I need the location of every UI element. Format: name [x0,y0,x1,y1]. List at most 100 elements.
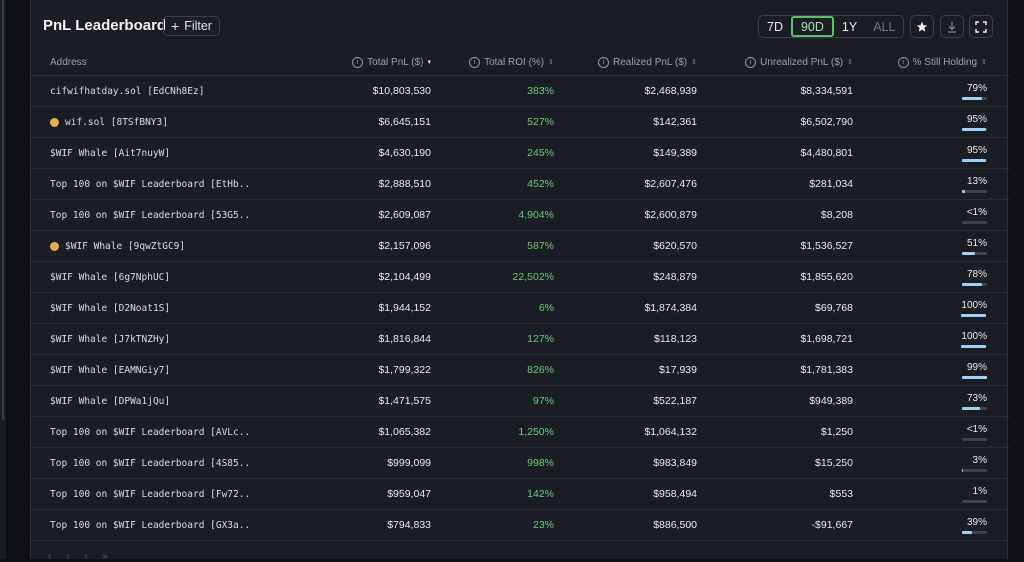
info-icon[interactable]: i [352,56,364,68]
total-roi-cell: 527% [431,106,554,138]
address-cell[interactable]: $WIF Whale [Ait7nuyW] [31,137,251,169]
address-cell[interactable]: Top 100 on $WIF Leaderboard [4S85... [31,447,251,479]
total-pnl-cell: $1,065,382 [251,416,431,448]
total-pnl-cell: $6,645,151 [251,106,431,138]
total-roi-cell: 22,502% [431,261,554,293]
range-7d-button[interactable]: 7D [759,16,791,37]
table-row[interactable]: $WIF Whale [D2Noat1S] $1,944,152 6% $1,874,… [31,292,1009,324]
range-1y-button[interactable]: 1Y [834,16,865,37]
address-cell[interactable]: Top 100 on $WIF Leaderboard [EtHb... [31,168,251,200]
table-row[interactable]: cifwifhatday.sol [EdCNh8Ez] $10,803,530 38… [31,75,1009,107]
holding-bar-fill [962,376,987,379]
holding-indicator: 78% [962,269,987,286]
holding-bar-fill [962,531,972,534]
download-button[interactable] [940,15,964,38]
col-total-roi[interactable]: i Total ROI (%) ⇕ [431,50,554,76]
address-cell[interactable]: cifwifhatday.sol [EdCNh8Ez] [31,75,251,107]
table-row[interactable]: $WIF Whale [DPWa1jQu] $1,471,575 97% $522,1… [31,385,1009,417]
still-holding-cell: 39% [853,509,987,541]
address-cell[interactable]: Top 100 on $WIF Leaderboard [53G5... [31,199,251,231]
total-pnl-cell: $10,803,530 [251,75,431,107]
total-pnl-cell: $959,047 [251,478,431,510]
total-pnl-cell: $2,104,499 [251,261,431,293]
col-realized-pnl[interactable]: i Realized PnL ($) ⇕ [554,50,697,76]
holding-bar-fill [961,345,987,348]
col-still-holding[interactable]: i% Still Holding ⇕ [853,50,987,76]
table-row[interactable]: Top 100 on $WIF Leaderboard [EtHb... $2,8… [31,168,1009,200]
range-all-button[interactable]: ALL [865,16,903,37]
table-row[interactable]: $WIF Whale [EAMNGiy7] $1,799,322 826% $17,9… [31,354,1009,386]
info-icon[interactable]: i [897,56,909,68]
left-scrollbar[interactable] [2,0,4,420]
still-holding-cell: 13% [853,168,987,200]
info-icon[interactable]: i [598,56,609,68]
realized-pnl-cell: $983,849 [554,447,697,479]
total-pnl-cell: $1,799,322 [251,354,431,386]
realized-pnl-cell: $2,600,879 [554,199,697,231]
address-text: Top 100 on $WIF Leaderboard [4S85... [50,457,251,469]
col-unrealized-pnl[interactable]: i Unrealized PnL ($) ⇕ [697,50,853,76]
range-90d-button[interactable]: 90D [790,16,834,37]
table-row[interactable]: $WIF Whale [6g7NphUC] $2,104,499 22,502% $2… [31,261,1009,293]
total-pnl-cell: $794,833 [251,509,431,541]
table-row[interactable]: Top 100 on $WIF Leaderboard [Fw72... $959… [31,478,1009,510]
holding-bar-fill [962,159,986,162]
holding-bar-track [962,97,987,100]
still-holding-cell: 51% [853,230,987,262]
address-cell[interactable]: $WIF Whale [9qwZtGC9] [31,230,251,262]
expand-button[interactable] [969,15,993,38]
address-cell[interactable]: $WIF Whale [EAMNGiy7] [31,354,251,386]
address-cell[interactable]: wif.sol [8TSfBNY3] [31,106,251,138]
expand-icon [975,20,987,33]
info-icon[interactable]: i [745,56,757,68]
left-scroll-edge [0,0,6,559]
realized-pnl-cell: $958,494 [554,478,697,510]
still-holding-cell: 3% [853,447,987,479]
holding-bar-track [962,376,987,379]
holding-percent: 100% [961,300,987,311]
address-cell[interactable]: $WIF Whale [DPWa1jQu] [31,385,251,417]
total-pnl-cell: $4,630,190 [251,137,431,169]
table-row[interactable]: wif.sol [8TSfBNY3] $6,645,151 527% $142,361… [31,106,1009,138]
pagination[interactable]: ‹ ‹ › » [48,551,114,562]
still-holding-cell: 95% [853,137,987,169]
row-spacer [987,137,1009,169]
holding-bar-track [962,283,987,286]
info-icon[interactable]: i [469,56,481,68]
address-text: $WIF Whale [EAMNGiy7] [50,364,171,376]
unrealized-pnl-cell: $69,768 [697,292,853,324]
row-spacer [987,75,1009,107]
still-holding-cell: 99% [853,354,987,386]
table-row[interactable]: Top 100 on $WIF Leaderboard [GX3a... $794… [31,509,1009,541]
table-row[interactable]: $WIF Whale [J7kTNZHy] $1,816,844 127% $118,… [31,323,1009,355]
table-row[interactable]: Top 100 on $WIF Leaderboard [53G5... $2,6… [31,199,1009,231]
address-cell[interactable]: Top 100 on $WIF Leaderboard [GX3a... [31,509,251,541]
address-cell[interactable]: $WIF Whale [D2Noat1S] [31,292,251,324]
table-row[interactable]: Top 100 on $WIF Leaderboard [AVLc... $1,0… [31,416,1009,448]
sort-icon: ⇕ [548,58,554,66]
star-button[interactable] [910,15,934,38]
table-row[interactable]: Top 100 on $WIF Leaderboard [4S85... $999… [31,447,1009,479]
total-roi-cell: 998% [431,447,554,479]
total-pnl-cell: $1,471,575 [251,385,431,417]
table-row[interactable]: $WIF Whale [9qwZtGC9] $2,157,096 587% $620,… [31,230,1009,262]
realized-pnl-cell: $248,879 [554,261,697,293]
table-header-row: Address i Total PnL ($) ▾ i Total ROI (%) ⇕ … [31,50,1009,76]
realized-pnl-cell: $2,607,476 [554,168,697,200]
total-roi-cell: 97% [431,385,554,417]
address-cell[interactable]: $WIF Whale [J7kTNZHy] [31,323,251,355]
holding-bar-fill [962,128,986,131]
address-cell[interactable]: Top 100 on $WIF Leaderboard [AVLc... [31,416,251,448]
address-cell[interactable]: $WIF Whale [6g7NphUC] [31,261,251,293]
still-holding-cell: 73% [853,385,987,417]
holding-indicator: 51% [962,238,987,255]
col-total-pnl[interactable]: i Total PnL ($) ▾ [251,50,431,76]
realized-pnl-cell: $620,570 [554,230,697,262]
address-cell[interactable]: Top 100 on $WIF Leaderboard [Fw72... [31,478,251,510]
still-holding-cell: <1% [853,199,987,231]
table-row[interactable]: $WIF Whale [Ait7nuyW] $4,630,190 245% $149,… [31,137,1009,169]
row-spacer [987,416,1009,448]
unrealized-pnl-cell: $553 [697,478,853,510]
filter-button[interactable]: + Filter [163,16,220,36]
holding-percent: 13% [966,176,987,187]
